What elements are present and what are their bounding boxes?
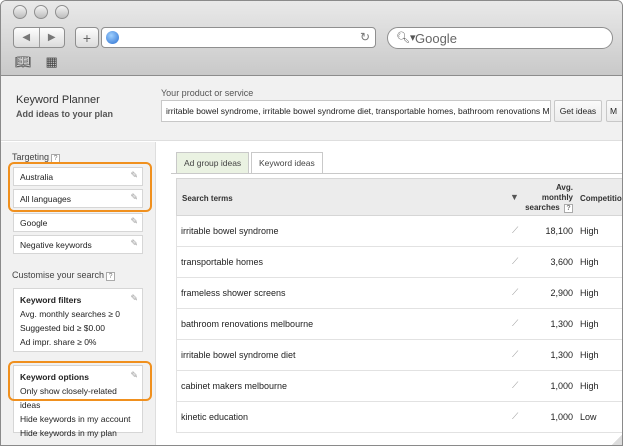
table-row[interactable]: irritable bowel syndrome diet ⟋ 1,300 Hi… — [176, 340, 622, 371]
keyword-term: cabinet makers melbourne — [181, 381, 288, 391]
keyword-table: Search terms ▼ Avg. monthly searches ? C… — [176, 178, 622, 433]
page-title: Keyword Planner — [16, 94, 100, 106]
keyword-filters-title: Keyword filters — [20, 295, 82, 305]
trend-chart-icon[interactable]: ⟋ — [512, 349, 518, 360]
header-avg-searches[interactable]: Avg. monthly searches ? — [517, 183, 573, 213]
targeting-negative-keywords[interactable]: Negative keywords ✎ — [13, 235, 143, 254]
pencil-icon[interactable]: ✎ — [130, 238, 138, 249]
trend-chart-icon[interactable]: ⟋ — [512, 380, 518, 391]
get-ideas-button[interactable]: Get ideas — [554, 100, 602, 122]
option-line: Hide keywords in my plan — [20, 428, 117, 438]
keyword-volume: 1,000 — [550, 412, 573, 422]
globe-icon — [106, 31, 119, 44]
search-placeholder: Google — [415, 31, 457, 46]
keyword-competition: High — [580, 257, 599, 267]
bookmarks-bar: 📖︎ ▦ — [15, 54, 58, 70]
header-search-terms[interactable]: Search terms — [182, 194, 233, 203]
resize-handle[interactable] — [610, 433, 622, 445]
more-button[interactable]: M — [606, 100, 622, 122]
filter-line: Ad impr. share ≥ 0% — [20, 337, 97, 347]
pencil-icon[interactable]: ✎ — [130, 291, 138, 305]
keyword-term: irritable bowel syndrome diet — [181, 350, 296, 360]
header-competition[interactable]: Competition — [580, 194, 622, 203]
add-tab-icon[interactable]: + — [75, 27, 99, 48]
address-bar[interactable]: ↻ — [101, 27, 376, 48]
trend-chart-icon[interactable]: ⟋ — [512, 287, 518, 298]
targeting-network[interactable]: Google ✎ — [13, 213, 143, 232]
back-icon[interactable]: ◀ — [14, 28, 39, 47]
trend-chart-icon[interactable]: ⟋ — [512, 318, 518, 329]
bookmarks-icon[interactable]: 📖︎ — [15, 54, 32, 70]
highlight-options — [8, 361, 152, 401]
option-line: Hide keywords in my account — [20, 414, 131, 424]
keyword-planner-app: Keyword Planner Add ideas to your plan Y… — [1, 76, 622, 445]
help-icon[interactable]: ? — [564, 204, 573, 213]
keyword-competition: High — [580, 288, 599, 298]
tab-ad-group-ideas[interactable]: Ad group ideas — [176, 152, 250, 173]
minimize-window-button[interactable] — [34, 5, 48, 19]
keyword-volume: 1,000 — [550, 381, 573, 391]
table-row[interactable]: transportable homes ⟋ 3,600 High — [176, 247, 622, 278]
keyword-term: kinetic education — [181, 412, 249, 422]
customise-heading: Customise your search? — [12, 270, 116, 281]
browser-toolbar: ◀ ▶ + ↻ 🔍︎▾ Google 📖︎ ▦ — [1, 1, 622, 76]
table-row[interactable]: bathroom renovations melbourne ⟋ 1,300 H… — [176, 309, 622, 340]
table-header: Search terms ▼ Avg. monthly searches ? C… — [176, 178, 622, 216]
trend-chart-icon[interactable]: ⟋ — [512, 256, 518, 267]
keyword-volume: 3,600 — [550, 257, 573, 267]
table-row[interactable]: irritable bowel syndrome ⟋ 18,100 High — [176, 216, 622, 247]
highlight-targeting — [8, 162, 152, 212]
trend-chart-icon[interactable]: ⟋ — [512, 411, 518, 422]
filter-line: Avg. monthly searches ≥ 0 — [20, 309, 120, 319]
planner-header: Keyword Planner Add ideas to your plan Y… — [1, 76, 622, 141]
tab-keyword-ideas[interactable]: Keyword ideas — [251, 152, 323, 174]
keyword-filters-box[interactable]: Keyword filters Avg. monthly searches ≥ … — [13, 288, 143, 352]
sidebar: Targeting? Australia ✎ All languages ✎ Goo… — [1, 142, 156, 445]
tab-divider — [171, 173, 622, 174]
page-subtitle: Add ideas to your plan — [16, 109, 114, 119]
keyword-term: frameless shower screens — [181, 288, 286, 298]
nav-buttons: ◀ ▶ — [13, 27, 65, 48]
reload-icon[interactable]: ↻ — [360, 30, 370, 44]
keyword-competition: High — [580, 350, 599, 360]
pencil-icon[interactable]: ✎ — [130, 216, 138, 227]
search-icon: 🔍︎▾ — [396, 32, 416, 44]
grid-icon[interactable]: ▦ — [46, 54, 58, 70]
keyword-competition: Low — [580, 412, 597, 422]
zoom-window-button[interactable] — [55, 5, 69, 19]
keyword-volume: 18,100 — [545, 226, 573, 236]
keyword-term: bathroom renovations melbourne — [181, 319, 314, 329]
keyword-competition: High — [580, 381, 599, 391]
table-row[interactable]: kinetic education ⟋ 1,000 Low — [176, 402, 622, 433]
table-row[interactable]: frameless shower screens ⟋ 2,900 High — [176, 278, 622, 309]
keyword-volume: 1,300 — [550, 319, 573, 329]
trend-chart-icon[interactable]: ⟋ — [512, 225, 518, 236]
keyword-competition: High — [580, 226, 599, 236]
browser-search-input[interactable]: 🔍︎▾ Google — [387, 27, 613, 49]
keyword-volume: 1,300 — [550, 350, 573, 360]
table-row[interactable]: cabinet makers melbourne ⟋ 1,000 High — [176, 371, 622, 402]
help-icon[interactable]: ? — [106, 272, 116, 281]
browser-window: ◀ ▶ + ↻ 🔍︎▾ Google 📖︎ ▦ Keyword Planner … — [0, 0, 623, 446]
keyword-term: transportable homes — [181, 257, 264, 267]
keyword-term: irritable bowel syndrome — [181, 226, 279, 236]
keyword-volume: 2,900 — [550, 288, 573, 298]
product-label: Your product or service — [161, 88, 254, 98]
product-input[interactable]: irritable bowel syndrome, irritable bowe… — [161, 100, 551, 122]
filter-line: Suggested bid ≥ $0.00 — [20, 323, 106, 333]
keyword-competition: High — [580, 319, 599, 329]
forward-icon[interactable]: ▶ — [38, 28, 65, 47]
close-window-button[interactable] — [13, 5, 27, 19]
